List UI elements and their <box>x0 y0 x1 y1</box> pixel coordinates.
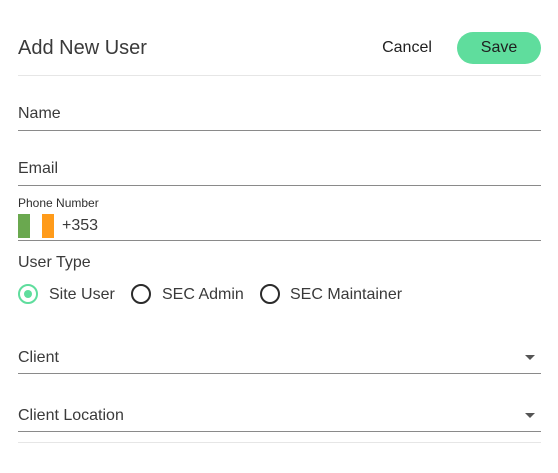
radio-site-user-label: Site User <box>49 286 115 303</box>
radio-sec-admin-label: SEC Admin <box>162 286 244 303</box>
radio-sec-admin[interactable]: SEC Admin <box>131 284 246 306</box>
radio-sec-maintainer[interactable]: SEC Maintainer <box>260 284 405 306</box>
client-placeholder: Client <box>18 349 59 366</box>
radio-unchecked-icon[interactable] <box>131 284 151 304</box>
dial-code: +353 <box>62 217 99 234</box>
user-type-label: User Type <box>18 254 91 271</box>
bottom-divider <box>18 442 541 443</box>
chevron-down-icon <box>525 413 535 418</box>
header-divider <box>18 75 541 76</box>
phone-number-label: Phone Number <box>18 196 99 210</box>
email-placeholder: Email <box>18 160 59 177</box>
flag-orange-stripe <box>42 214 54 238</box>
flag-green-stripe <box>18 214 30 238</box>
phone-number-field[interactable]: +353 <box>18 210 541 241</box>
page-title: Add New User <box>18 37 147 59</box>
ireland-flag-icon[interactable] <box>18 214 54 238</box>
radio-unchecked-icon[interactable] <box>260 284 280 304</box>
client-select[interactable]: Client <box>18 341 541 374</box>
email-field[interactable]: Email <box>18 153 541 186</box>
add-user-dialog: Add New User Cancel Save Name Email Phon… <box>0 0 558 473</box>
radio-checked-icon[interactable] <box>18 284 38 304</box>
flag-white-stripe <box>30 214 42 238</box>
save-button[interactable]: Save <box>457 32 541 64</box>
chevron-down-icon <box>525 355 535 360</box>
radio-sec-maintainer-label: SEC Maintainer <box>290 286 403 303</box>
client-location-placeholder: Client Location <box>18 407 124 424</box>
name-field[interactable]: Name <box>18 98 541 131</box>
name-placeholder: Name <box>18 105 61 122</box>
client-location-select[interactable]: Client Location <box>18 399 541 432</box>
radio-site-user[interactable]: Site User <box>18 284 118 306</box>
cancel-button[interactable]: Cancel <box>371 32 443 64</box>
